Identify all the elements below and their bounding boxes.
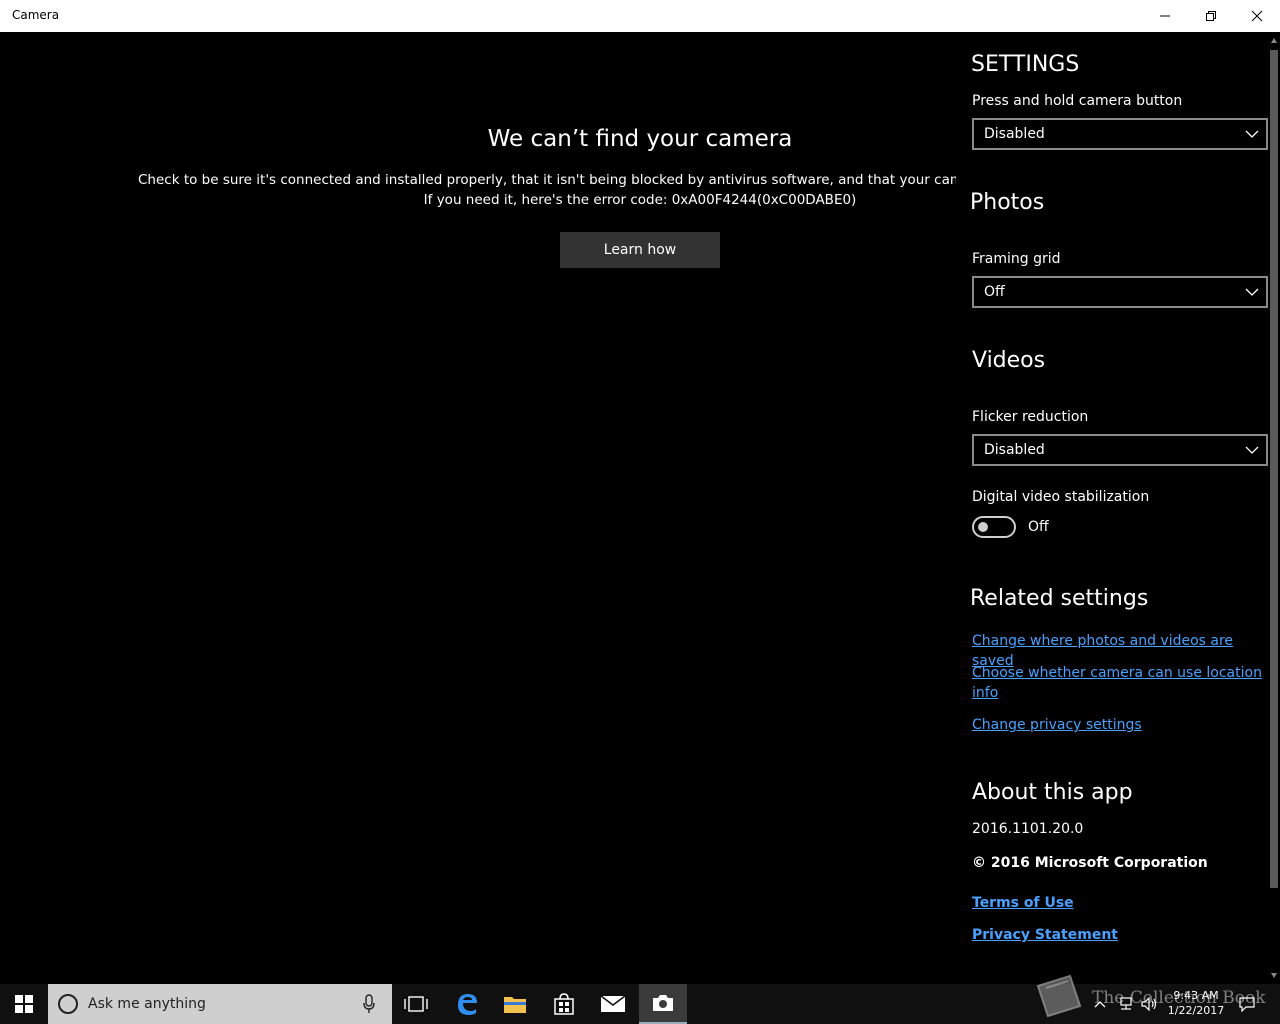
close-button[interactable] [1234, 0, 1280, 32]
photos-heading: Photos [970, 190, 1045, 215]
tray-date: 1/22/2017 [1167, 1004, 1225, 1017]
camera-button-label: Press and hold camera button [972, 93, 1183, 109]
toggle-knob [978, 522, 988, 532]
flicker-reduction-value: Disabled [984, 442, 1045, 458]
volume-icon [1141, 997, 1157, 1011]
link-location-info[interactable]: Choose whether camera can use location i… [972, 663, 1262, 703]
window-title: Camera [12, 8, 60, 22]
volume-button[interactable] [1138, 984, 1162, 1024]
edge-button[interactable] [443, 984, 491, 1024]
camera-button-select[interactable]: Disabled [972, 118, 1268, 150]
taskbar: The Collection Book 9:43 AM 1/22/2017 [0, 974, 1280, 1024]
stabilization-toggle[interactable] [972, 516, 1016, 538]
scroll-thumb[interactable] [1270, 50, 1278, 888]
mail-icon [600, 995, 626, 1012]
flicker-reduction-select[interactable]: Disabled [972, 434, 1268, 466]
link-privacy-settings[interactable]: Change privacy settings [972, 715, 1142, 735]
app-version: 2016.1101.20.0 [972, 821, 1084, 837]
settings-panel: SETTINGS Press and hold camera button Di… [956, 32, 1268, 984]
learn-how-button[interactable]: Learn how [560, 232, 720, 268]
privacy-statement-link[interactable]: Privacy Statement [972, 927, 1118, 943]
videos-heading: Videos [972, 348, 1046, 373]
notification-icon [1239, 997, 1255, 1012]
settings-heading: SETTINGS [971, 52, 1080, 77]
minimize-button[interactable] [1142, 0, 1188, 32]
edge-icon [458, 994, 477, 1015]
store-icon [554, 993, 574, 1015]
mail-button[interactable] [589, 984, 637, 1024]
chevron-down-icon [1245, 130, 1259, 138]
scroll-up-icon[interactable] [1270, 36, 1278, 46]
minimize-icon [1160, 15, 1170, 17]
flicker-reduction-label: Flicker reduction [972, 409, 1089, 425]
windows-start-icon [15, 995, 33, 1013]
book-icon [1036, 974, 1082, 1022]
store-button[interactable] [540, 984, 588, 1024]
cortana-icon [58, 994, 78, 1014]
chevron-down-icon [1245, 446, 1259, 454]
terms-of-use-link[interactable]: Terms of Use [972, 895, 1074, 911]
camera-view: We can’t find your camera Check to be su… [0, 32, 1280, 984]
scroll-down-icon[interactable] [1270, 970, 1278, 980]
tray-chevron-button[interactable] [1088, 984, 1112, 1024]
camera-button-value: Disabled [984, 126, 1045, 142]
tray-time: 9:43 AM [1173, 989, 1219, 1002]
search-input[interactable] [88, 992, 348, 1016]
camera-icon [653, 995, 673, 1011]
restore-icon [1206, 11, 1216, 21]
framing-grid-select[interactable]: Off [972, 276, 1268, 308]
chevron-down-icon [1245, 288, 1259, 296]
copyright: © 2016 Microsoft Corporation [972, 855, 1208, 871]
stabilization-label: Digital video stabilization [972, 489, 1150, 505]
stabilization-state: Off [1028, 519, 1049, 535]
tray-clock[interactable]: 9:43 AM 1/22/2017 [1164, 988, 1228, 1018]
close-icon [1251, 10, 1263, 22]
file-explorer-icon [504, 997, 526, 1013]
network-button[interactable] [1114, 984, 1138, 1024]
task-view-button[interactable] [392, 984, 440, 1024]
about-heading: About this app [972, 780, 1133, 805]
task-view-icon [404, 996, 428, 1012]
title-bar: Camera [0, 0, 1280, 32]
search-box[interactable] [48, 984, 392, 1024]
file-explorer-button[interactable] [491, 984, 539, 1024]
settings-scrollbar[interactable] [1268, 32, 1280, 984]
framing-grid-value: Off [984, 284, 1005, 300]
related-settings-heading: Related settings [970, 586, 1149, 611]
restore-button[interactable] [1188, 0, 1234, 32]
action-center-button[interactable] [1232, 984, 1262, 1024]
network-icon [1120, 997, 1132, 1010]
camera-app-button[interactable] [639, 984, 687, 1024]
microphone-icon[interactable] [362, 994, 376, 1014]
start-button[interactable] [0, 984, 48, 1024]
tray-chevron-icon [1094, 1001, 1106, 1008]
framing-grid-label: Framing grid [972, 251, 1061, 267]
